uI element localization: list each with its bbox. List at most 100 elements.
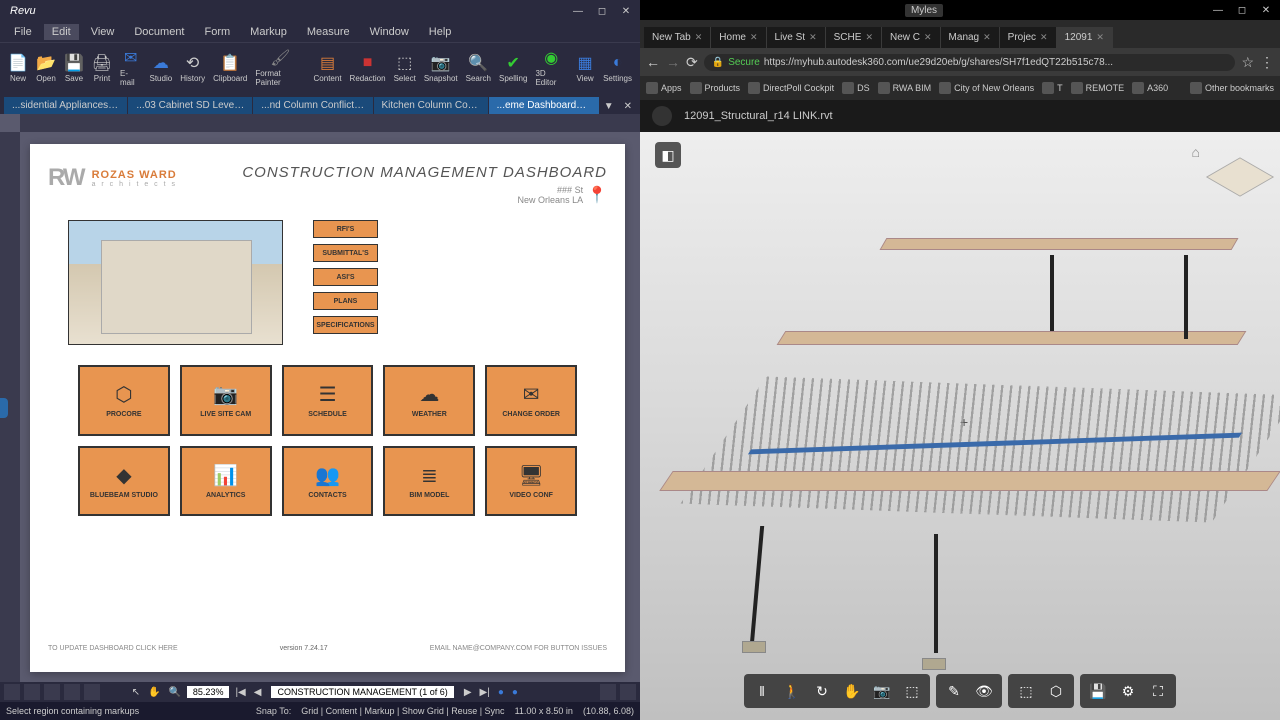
panel-handle-left[interactable] xyxy=(0,398,8,418)
map-pin-icon[interactable]: 📍 xyxy=(587,185,607,205)
tab-close-icon[interactable]: ✕ xyxy=(865,32,873,43)
zoom-tool-icon[interactable]: 🔍 xyxy=(166,687,182,698)
doc-tab-2[interactable]: ...nd Column Conflict _1_ xyxy=(253,97,372,114)
viewer-tool-10[interactable]: 💾 xyxy=(1084,678,1112,704)
tab-close-icon[interactable]: ✕ xyxy=(1040,32,1048,43)
card-weather[interactable]: ☁WEATHER xyxy=(383,365,475,436)
bookmark-a360[interactable]: A360 xyxy=(1132,82,1168,94)
viewer-tool-2[interactable]: ↻ xyxy=(808,678,836,704)
tool-spelling[interactable]: ✔Spelling xyxy=(497,51,529,85)
maximize-button[interactable]: ◻ xyxy=(592,4,612,18)
menu-document[interactable]: Document xyxy=(126,24,192,40)
home-view-icon[interactable]: ⌂ xyxy=(1192,144,1200,160)
tab-close-icon[interactable]: ✕ xyxy=(983,32,991,43)
tool-open[interactable]: 📂Open xyxy=(34,51,58,85)
autodesk-logo-icon[interactable] xyxy=(652,106,672,126)
tool-print[interactable]: 🖨Print xyxy=(90,51,114,85)
menu-measure[interactable]: Measure xyxy=(299,24,358,40)
bookmark-t[interactable]: T xyxy=(1042,82,1063,94)
tab-close-icon[interactable]: ✕ xyxy=(924,32,932,43)
next-view-icon[interactable]: ● xyxy=(510,687,520,698)
update-link[interactable]: TO UPDATE DASHBOARD CLICK HERE xyxy=(48,645,178,652)
menu-edit[interactable]: Edit xyxy=(44,24,79,40)
view-mode-3[interactable] xyxy=(44,684,60,700)
minimize-button[interactable]: — xyxy=(568,4,588,18)
menu-form[interactable]: Form xyxy=(197,24,239,40)
tool-redaction[interactable]: ■Redaction xyxy=(348,51,388,85)
link-rfis[interactable]: RFI'S xyxy=(313,220,378,238)
reload-button[interactable]: ⟳ xyxy=(686,54,698,71)
card-bluebeam-studio[interactable]: ◆BLUEBEAM STUDIO xyxy=(78,446,170,517)
viewer-tool-11[interactable]: ⚙ xyxy=(1114,678,1142,704)
viewer-tool-12[interactable]: ⛶ xyxy=(1144,678,1172,704)
zoom-level[interactable]: 85.23% xyxy=(187,686,230,698)
tool-snapshot[interactable]: 📷Snapshot xyxy=(422,51,460,85)
back-button[interactable]: ← xyxy=(646,54,660,70)
dimmer-icon[interactable] xyxy=(600,684,616,700)
viewer-tool-9[interactable]: ⬡ xyxy=(1042,678,1070,704)
view-mode-1[interactable] xyxy=(4,684,20,700)
tool-new[interactable]: 📄New xyxy=(6,51,30,85)
chrome-profile[interactable]: Myles xyxy=(905,4,943,17)
tab-dropdown-icon[interactable]: ▼ xyxy=(600,99,618,114)
view-mode-2[interactable] xyxy=(24,684,40,700)
card-schedule[interactable]: ☰SCHEDULE xyxy=(282,365,374,436)
star-icon[interactable]: ☆ xyxy=(1241,54,1254,71)
document-canvas[interactable]: RW ROZAS WARD a r c h i t e c t s CONSTR… xyxy=(30,144,625,672)
doc-tab-4[interactable]: ...eme Dashboards_LI* xyxy=(489,97,599,114)
email-link[interactable]: EMAIL NAME@COMPANY.COM FOR BUTTON ISSUES xyxy=(430,645,607,652)
viewer-tool-1[interactable]: 🚶 xyxy=(778,678,806,704)
close-button[interactable]: ✕ xyxy=(616,4,636,18)
card-procore[interactable]: ⬡PROCORE xyxy=(78,365,170,436)
next-page-icon[interactable]: ▶ xyxy=(462,687,474,698)
model-browser-icon[interactable]: ◧ xyxy=(655,142,681,168)
link-plans[interactable]: PLANS xyxy=(313,292,378,310)
page-indicator[interactable]: CONSTRUCTION MANAGEMENT (1 of 6) xyxy=(271,686,453,698)
browser-tab-4[interactable]: New C✕ xyxy=(882,27,941,48)
tool-save[interactable]: 💾Save xyxy=(62,51,86,85)
link-asis[interactable]: ASI'S xyxy=(313,268,378,286)
menu-file[interactable]: File xyxy=(6,24,40,40)
menu-view[interactable]: View xyxy=(83,24,123,40)
last-page-icon[interactable]: ▶| xyxy=(478,687,492,698)
menu-help[interactable]: Help xyxy=(421,24,460,40)
first-page-icon[interactable]: |◀ xyxy=(233,687,247,698)
tab-close-icon[interactable]: ✕ xyxy=(1096,32,1104,43)
menu-window[interactable]: Window xyxy=(362,24,417,40)
viewer-tool-6[interactable]: ✎ xyxy=(940,678,968,704)
other-bookmarks[interactable]: Other bookmarks xyxy=(1190,82,1274,94)
tab-close-icon[interactable]: ✕ xyxy=(620,99,636,114)
bookmark-directpoll-cockpit[interactable]: DirectPoll Cockpit xyxy=(748,82,834,94)
tool-view[interactable]: ▦View xyxy=(573,51,597,85)
card-change-order[interactable]: ✉CHANGE ORDER xyxy=(485,365,577,436)
view-mode-5[interactable] xyxy=(84,684,100,700)
viewer-tool-0[interactable]: ‖ xyxy=(748,678,776,704)
doc-tab-0[interactable]: ...sidential Appliances PD* xyxy=(4,97,127,114)
link-specifications[interactable]: SPECIFICATIONS xyxy=(313,316,378,334)
bookmark-remote[interactable]: REMOTE xyxy=(1071,82,1125,94)
card-bim-model[interactable]: ≣BIM MODEL xyxy=(383,446,475,517)
browser-tab-1[interactable]: Home✕ xyxy=(711,27,766,48)
viewer-tool-3[interactable]: ✋ xyxy=(838,678,866,704)
bookmark-apps[interactable]: Apps xyxy=(646,82,682,94)
tool-3d-editor[interactable]: ◉3D Editor xyxy=(533,46,569,89)
bookmark-ds[interactable]: DS xyxy=(842,82,870,94)
tool-studio[interactable]: ☁Studio xyxy=(148,51,175,85)
tool-settings[interactable]: ◐Settings xyxy=(601,51,634,85)
pointer-tool-icon[interactable]: ↖ xyxy=(130,687,142,698)
chrome-close[interactable]: ✕ xyxy=(1256,3,1276,17)
tool-e-mail[interactable]: ✉E-mail xyxy=(118,46,144,89)
tool-select[interactable]: ⬚Select xyxy=(392,51,418,85)
card-video-conf[interactable]: 🖥VIDEO CONF xyxy=(485,446,577,517)
viewer-tool-7[interactable]: 👁 xyxy=(970,678,998,704)
view-cube[interactable] xyxy=(1215,152,1265,202)
prev-view-icon[interactable]: ● xyxy=(496,687,506,698)
card-analytics[interactable]: 📊ANALYTICS xyxy=(180,446,272,517)
browser-tab-2[interactable]: Live St✕ xyxy=(767,27,826,48)
chrome-minimize[interactable]: — xyxy=(1208,3,1228,17)
prev-page-icon[interactable]: ◀ xyxy=(252,687,264,698)
tool-content[interactable]: ▤Content xyxy=(312,51,344,85)
viewer-tool-5[interactable]: ⬚ xyxy=(898,678,926,704)
3d-viewport[interactable]: ◧ ⌂ + ‖🚶↻✋📷⬚✎👁⬚⬡💾⚙⛶ xyxy=(640,132,1280,720)
browser-tab-3[interactable]: SCHE✕ xyxy=(826,27,882,48)
